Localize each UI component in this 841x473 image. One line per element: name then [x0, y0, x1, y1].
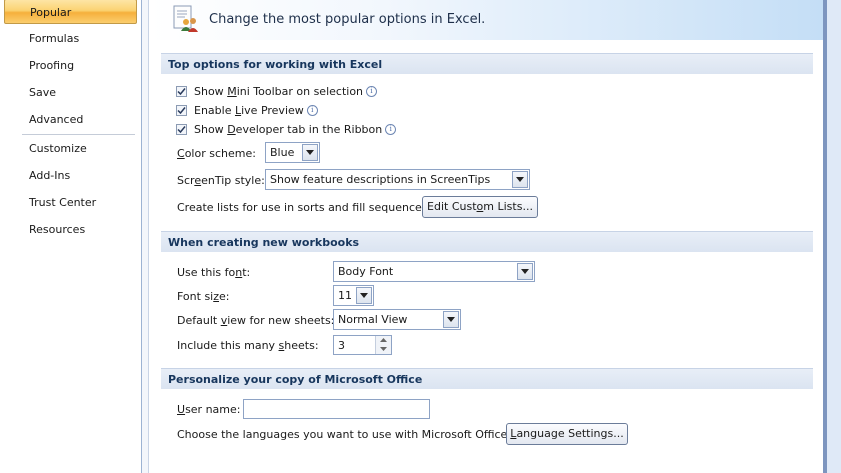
section-header-personalize: Personalize your copy of Microsoft Offic…	[161, 368, 813, 389]
font-size-label: Font size:	[177, 290, 230, 303]
default-view-select[interactable]: Normal View	[333, 309, 461, 330]
nav-item-label: Resources	[29, 223, 86, 236]
developer-tab-checkbox-row[interactable]: Show Developer tab in the Ribbon i	[176, 121, 397, 137]
nav-item-label: Proofing	[29, 59, 75, 72]
use-font-label: Use this font:	[177, 266, 251, 279]
nav-divider	[22, 134, 135, 135]
mini-toolbar-checkbox-row[interactable]: Show Mini Toolbar on selection i	[176, 83, 378, 99]
developer-tab-checkbox[interactable]	[176, 123, 187, 135]
nav-item-formulas[interactable]: Formulas	[2, 28, 138, 50]
screentip-select[interactable]: Show feature descriptions in ScreenTips	[265, 169, 530, 190]
language-settings-button[interactable]: Language Settings...	[506, 423, 628, 445]
info-icon[interactable]: i	[385, 123, 397, 135]
chevron-down-icon[interactable]	[512, 171, 528, 188]
screentip-value: Show feature descriptions in ScreenTips	[270, 173, 491, 186]
edit-custom-lists-button[interactable]: Edit Custom Lists...	[422, 196, 538, 218]
font-size-select[interactable]: 11	[333, 285, 374, 306]
developer-tab-label: Show Developer tab in the Ribbon	[194, 122, 383, 136]
checkmark-icon	[177, 87, 186, 95]
banner-title: Change the most popular options in Excel…	[209, 12, 486, 27]
nav-item-label: Customize	[29, 142, 87, 155]
section-header-new-workbooks: When creating new workbooks	[161, 231, 813, 252]
chevron-down-icon[interactable]	[443, 311, 459, 328]
default-view-value: Normal View	[338, 313, 408, 326]
nav-item-label: Formulas	[29, 32, 80, 45]
live-preview-checkbox[interactable]	[176, 104, 187, 116]
color-scheme-label: Color scheme:	[177, 147, 256, 160]
nav-item-popular[interactable]: Popular	[4, 0, 137, 24]
live-preview-label: Enable Live Preview	[194, 103, 304, 117]
nav-item-label: Trust Center	[29, 196, 97, 209]
window-right-edge	[823, 0, 841, 473]
default-view-label: Default view for new sheets:	[177, 314, 335, 327]
nav-item-label: Add-Ins	[29, 169, 71, 182]
languages-label: Choose the languages you want to use wit…	[177, 428, 512, 441]
spin-down-icon[interactable]	[376, 345, 391, 354]
nav-item-label: Save	[29, 86, 57, 99]
nav-item-trust-center[interactable]: Trust Center	[2, 192, 138, 214]
nav-item-label: Popular	[30, 6, 72, 19]
custom-lists-label: Create lists for use in sorts and fill s…	[177, 201, 432, 214]
nav-item-save[interactable]: Save	[2, 82, 138, 104]
mini-toolbar-checkbox[interactable]	[176, 85, 187, 97]
chevron-down-icon[interactable]	[356, 287, 372, 304]
info-icon[interactable]: i	[306, 104, 318, 116]
font-value: Body Font	[338, 265, 394, 278]
live-preview-checkbox-row[interactable]: Enable Live Preview i	[176, 102, 318, 118]
section-header-top-options: Top options for working with Excel	[161, 53, 813, 74]
nav-item-label: Advanced	[29, 113, 84, 126]
nav-item-proofing[interactable]: Proofing	[2, 55, 138, 77]
user-name-label: User name:	[177, 403, 241, 416]
nav-item-resources[interactable]: Resources	[2, 219, 138, 241]
sheets-count-value: 3	[338, 339, 345, 352]
sheets-count-label: Include this many sheets:	[177, 339, 319, 352]
mini-toolbar-label: Show Mini Toolbar on selection	[194, 84, 364, 98]
user-name-input[interactable]	[243, 399, 430, 419]
font-select[interactable]: Body Font	[333, 261, 535, 282]
color-scheme-value: Blue	[270, 146, 295, 159]
options-content: Change the most popular options in Excel…	[148, 0, 823, 473]
options-nav: Popular Formulas Proofing Save Advanced …	[0, 0, 142, 473]
chevron-down-icon[interactable]	[302, 144, 318, 161]
nav-item-add-ins[interactable]: Add-Ins	[2, 165, 138, 187]
info-icon[interactable]: i	[366, 85, 378, 97]
spin-up-icon[interactable]	[376, 336, 391, 345]
color-scheme-select[interactable]: Blue	[265, 142, 320, 163]
options-people-icon	[173, 5, 198, 32]
font-size-value: 11	[338, 289, 352, 302]
checkmark-icon	[177, 125, 186, 133]
chevron-down-icon[interactable]	[517, 263, 533, 280]
banner: Change the most popular options in Excel…	[149, 0, 823, 40]
screentip-label: ScreenTip style:	[177, 174, 265, 187]
nav-item-customize[interactable]: Customize	[2, 138, 138, 160]
checkmark-icon	[177, 106, 186, 114]
sheets-count-spinner[interactable]: 3	[333, 335, 392, 355]
nav-item-advanced[interactable]: Advanced	[2, 109, 138, 131]
